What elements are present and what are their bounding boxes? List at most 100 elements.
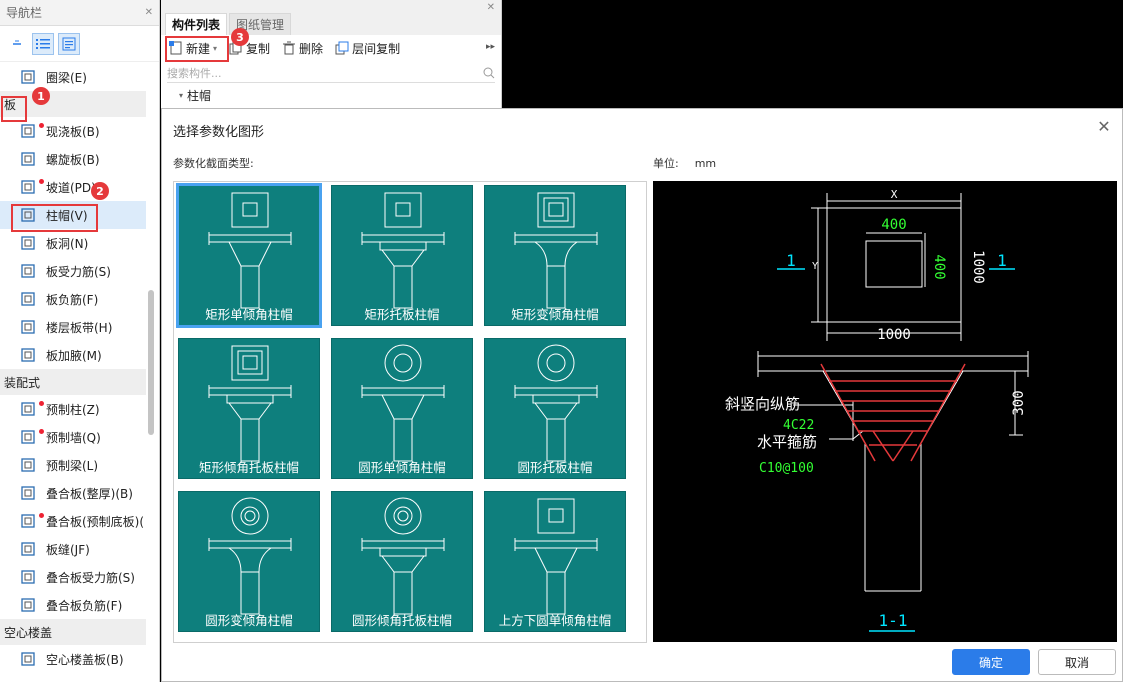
shape-tile[interactable]: 圆形倾角托板柱帽 <box>331 491 473 632</box>
nav-item-ramp[interactable]: 坡道(PD) <box>0 173 146 201</box>
nav-item-precast-beam[interactable]: 预制梁(L) <box>0 451 146 479</box>
shape-tile[interactable]: 圆形托板柱帽 <box>484 338 626 479</box>
negative-rebar-icon <box>18 289 38 309</box>
composite-rebar-icon <box>18 567 38 587</box>
close-icon[interactable]: ✕ <box>1094 117 1114 137</box>
slab-strip-icon <box>18 317 38 337</box>
step-badge-3: 3 <box>231 28 249 46</box>
nav-item-precast-column[interactable]: 预制柱(Z) <box>0 395 146 423</box>
category-label: 空心楼盖 <box>4 625 53 640</box>
precast-column-icon <box>18 399 38 419</box>
new-indicator-dot <box>39 123 44 128</box>
nav-item-label: 板洞(N) <box>46 236 89 251</box>
nav-list: 圈梁(E) 板 现浇板(B) 螺旋板(B) 坡道(PD) 柱帽(V) 板洞(N) 板受力筋… <box>0 63 146 673</box>
shape-tile[interactable]: 矩形单倾角柱帽 <box>176 183 322 328</box>
category-hollow[interactable]: 空心楼盖 <box>0 619 146 645</box>
delete-label: 删除 <box>299 41 324 56</box>
nav-item-hollow-slab[interactable]: 空心楼盖板(B) <box>0 645 146 673</box>
detail-view-icon[interactable] <box>58 32 80 55</box>
shape-tile[interactable]: 圆形变倾角柱帽 <box>178 491 320 632</box>
nav-item-label: 预制柱(Z) <box>46 402 100 417</box>
section-type-label: 参数化截面类型: <box>173 157 254 170</box>
nav-item-spiral-slab[interactable]: 螺旋板(B) <box>0 145 146 173</box>
nav-item-composite-bottom[interactable]: 叠合板(预制底板)( <box>0 507 146 535</box>
composite-bottom-icon <box>18 511 38 531</box>
nav-item-label: 空心楼盖板(B) <box>46 652 124 667</box>
nav-item-slab-strip[interactable]: 楼层板带(H) <box>0 313 146 341</box>
nav-item-slab-rebar[interactable]: 板受力筋(S) <box>0 257 146 285</box>
nav-item-precast-wall[interactable]: 预制墙(Q) <box>0 423 146 451</box>
nav-item-label: 板缝(JF) <box>46 542 90 557</box>
shape-dialog: 选择参数化图形 ✕ 参数化截面类型: 单位: mm 矩形单倾角柱帽 矩形托板柱帽 矩形… <box>161 108 1123 682</box>
section-mark-left: 1 <box>786 251 796 270</box>
step-badge-1: 1 <box>32 87 50 105</box>
slab-joint-icon <box>18 539 38 559</box>
label-rebar-value: 4C22 <box>783 418 814 433</box>
new-indicator-dot <box>39 401 44 406</box>
shape-tile[interactable]: 矩形变倾角柱帽 <box>484 185 626 326</box>
ramp-icon <box>18 177 38 197</box>
close-icon[interactable]: ✕ <box>487 2 495 13</box>
nav-item-label: 预制梁(L) <box>46 458 99 473</box>
nav-item-negative-rebar[interactable]: 板负筋(F) <box>0 285 146 313</box>
nav-item-composite-slab[interactable]: 叠合板(整厚)(B) <box>0 479 146 507</box>
nav-item-label: 叠合板受力筋(S) <box>46 570 135 585</box>
shape-tile-label: 圆形变倾角柱帽 <box>205 613 293 628</box>
nav-item-composite-rebar[interactable]: 叠合板受力筋(S) <box>0 563 146 591</box>
shape-tile[interactable]: 上方下圆单倾角柱帽 <box>484 491 626 632</box>
nav-item-label: 现浇板(B) <box>46 124 100 139</box>
tree-node-column-cap[interactable]: ▾ 柱帽 <box>161 85 501 105</box>
preview-panel: X Y 400 400 1000 1000 1 1 300 斜竖向纵筋 4C22… <box>653 181 1117 642</box>
nav-item-slab-joint[interactable]: 板缝(JF) <box>0 535 146 563</box>
spiral-slab-icon <box>18 149 38 169</box>
highlight-box <box>11 204 98 232</box>
ok-button[interactable]: 确定 <box>952 649 1030 675</box>
shape-tile[interactable]: 矩形倾角托板柱帽 <box>178 338 320 479</box>
shape-grid: 矩形单倾角柱帽 矩形托板柱帽 矩形变倾角柱帽矩形倾角托板柱帽 圆形单倾角柱帽 圆形托板柱… <box>173 181 647 643</box>
step-badge-2: 2 <box>91 182 109 200</box>
cast-slab-icon <box>18 121 38 141</box>
category-prefab[interactable]: 装配式 <box>0 369 146 395</box>
list-view-icon[interactable] <box>32 32 54 55</box>
preview-drawing: X Y 400 400 1000 1000 1 1 300 斜竖向纵筋 4C22… <box>725 188 1029 632</box>
copy-label: 复制 <box>246 41 271 56</box>
dialog-title: 选择参数化图形 <box>173 125 265 140</box>
dim-y: Y <box>812 261 818 272</box>
search-input[interactable]: 搜索构件... <box>167 63 495 83</box>
nav-header: 导航栏 ✕ <box>0 0 159 26</box>
highlight-box <box>1 96 27 122</box>
more-icon[interactable]: ▸▸ <box>486 42 495 52</box>
section-title: 1-1 <box>879 611 908 630</box>
close-icon[interactable]: ✕ <box>145 7 153 18</box>
nav-scrollbar[interactable] <box>148 290 154 435</box>
nav-item-ring-beam[interactable]: 圈梁(E) <box>0 63 146 91</box>
new-indicator-dot <box>39 513 44 518</box>
shape-tile[interactable]: 圆形单倾角柱帽 <box>331 338 473 479</box>
hollow-slab-icon <box>18 649 38 669</box>
collapse-icon[interactable] <box>6 33 28 55</box>
dim-400-side: 400 <box>931 254 947 279</box>
label-rebar: 斜竖向纵筋 <box>725 395 800 413</box>
nav-item-slab-hole[interactable]: 板洞(N) <box>0 229 146 257</box>
tab-component-list[interactable]: 构件列表 <box>165 13 228 35</box>
expand-icon[interactable]: ▾ <box>179 91 183 100</box>
label-stirrup: 水平箍筋 <box>757 433 817 451</box>
nav-title: 导航栏 <box>6 6 43 20</box>
dim-300: 300 <box>1011 390 1027 415</box>
shape-tile-label: 矩形托板柱帽 <box>364 307 440 322</box>
unit-label: 单位: <box>653 157 679 170</box>
nav-item-label: 预制墙(Q) <box>46 430 101 445</box>
dim-1000-side: 1000 <box>970 250 986 284</box>
cancel-button[interactable]: 取消 <box>1038 649 1116 675</box>
floor-copy-button[interactable]: 层间复制 <box>335 40 400 57</box>
nav-item-composite-neg[interactable]: 叠合板负筋(F) <box>0 591 146 619</box>
delete-button[interactable]: 删除 <box>282 40 323 57</box>
nav-item-label: 楼层板带(H) <box>46 320 113 335</box>
trash-icon <box>283 41 296 55</box>
unit-value: mm <box>694 157 717 170</box>
nav-item-slab-haunch[interactable]: 板加腋(M) <box>0 341 146 369</box>
shape-tile-label: 圆形单倾角柱帽 <box>358 460 446 475</box>
shape-tile[interactable]: 矩形托板柱帽 <box>331 185 473 326</box>
nav-item-label: 板加腋(M) <box>46 348 102 363</box>
dim-x: X <box>891 188 898 201</box>
